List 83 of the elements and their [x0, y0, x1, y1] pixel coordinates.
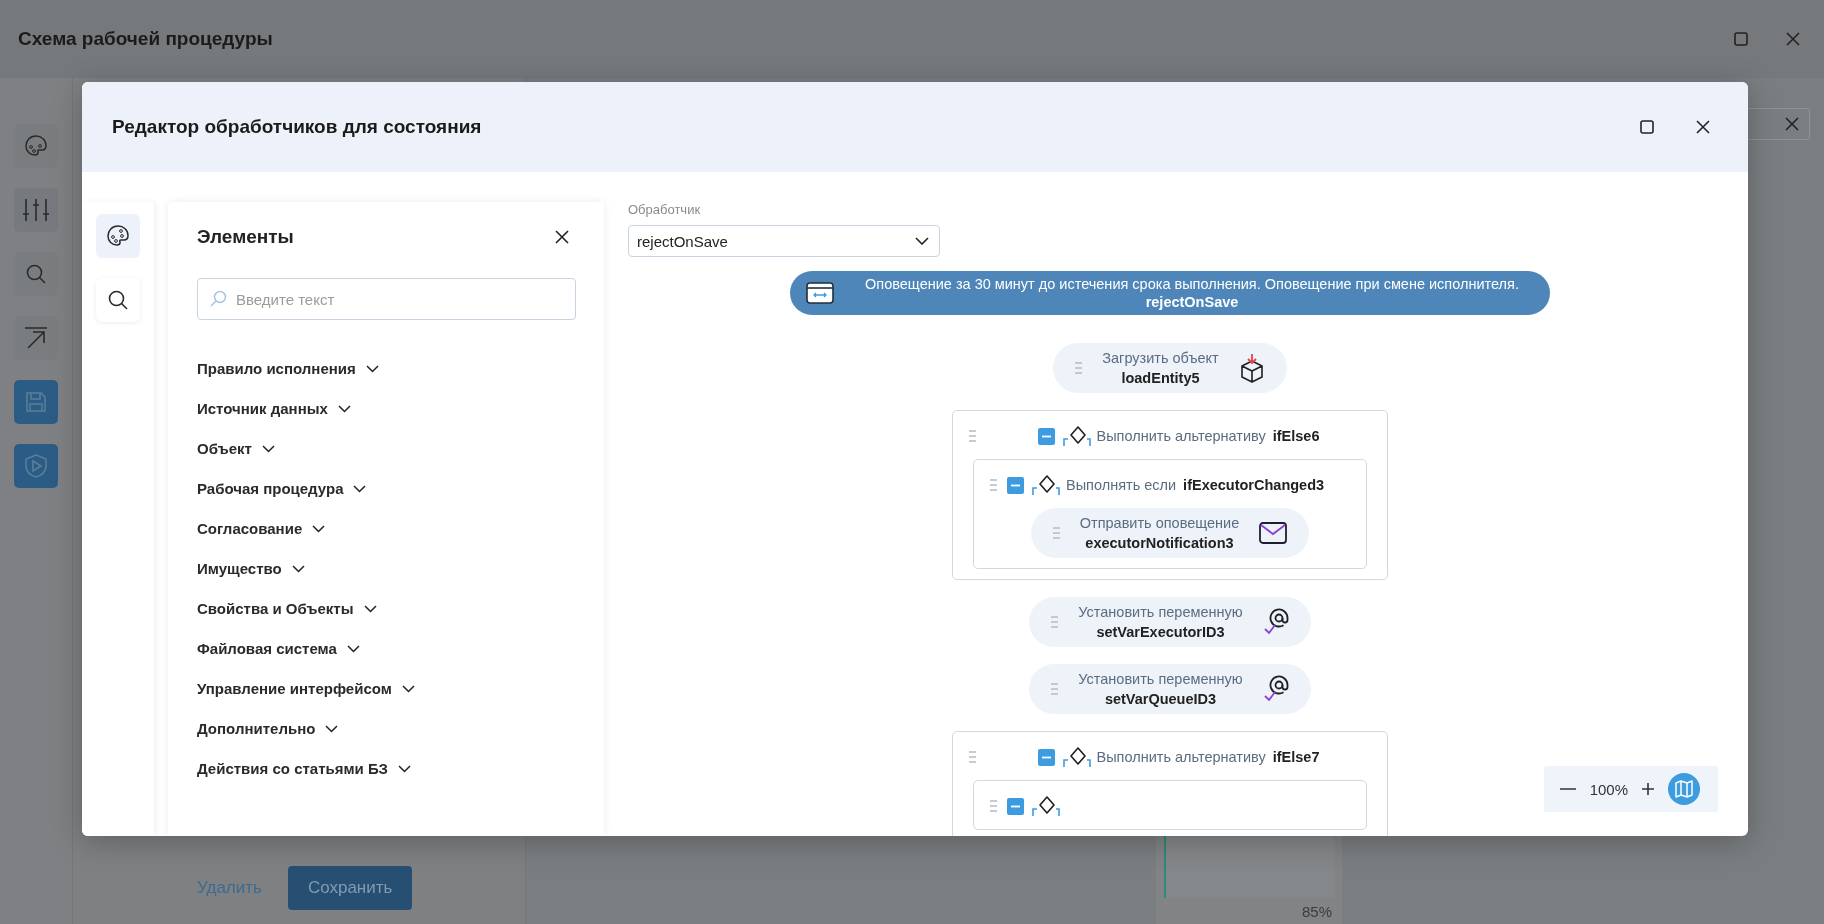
at-sign-icon	[1262, 608, 1289, 636]
palette-tab[interactable]	[96, 214, 140, 258]
close-icon[interactable]	[554, 229, 570, 245]
collapse-toggle[interactable]	[1007, 476, 1024, 494]
palette-button[interactable]	[14, 124, 58, 168]
node-title: Установить переменную	[1078, 604, 1243, 620]
node-name: executorNotification3	[1085, 535, 1234, 551]
close-icon[interactable]	[1696, 120, 1710, 134]
node-name: ifExecutorChanged3	[1183, 477, 1325, 493]
banner-description: Оповещение за 30 минут до истечения срока выполнения. Оповещение при смене исполнителя.	[865, 275, 1519, 293]
node-title: Отправить оповещение	[1079, 515, 1240, 531]
drag-handle-icon	[1051, 616, 1059, 628]
category-item[interactable]: Объект	[197, 438, 275, 460]
diamond-icon	[1031, 795, 1061, 817]
category-item[interactable]: Источник данных	[197, 398, 351, 420]
node-name: ifElse6	[1272, 428, 1320, 444]
search-button[interactable]	[14, 252, 58, 296]
zoom-level: 100%	[1589, 780, 1628, 798]
palette-icon	[105, 223, 131, 249]
banner-name: rejectOnSave	[1145, 293, 1239, 311]
chevron-icon	[915, 237, 929, 245]
action-node[interactable]: Установить переменную setVarQueueID3	[1029, 664, 1311, 714]
box-icon	[1238, 353, 1265, 383]
panel-title: Элементы	[197, 226, 294, 248]
drag-handle-icon	[1052, 527, 1060, 539]
category-item[interactable]: Дополнительно	[197, 718, 339, 740]
collapse-toggle[interactable]	[1037, 427, 1055, 445]
node-title: Установить переменную	[1078, 671, 1243, 687]
map-icon[interactable]	[1668, 773, 1700, 805]
category-item[interactable]: Имущество	[197, 558, 305, 580]
sliders-button[interactable]	[14, 188, 58, 232]
export-button[interactable]	[14, 316, 58, 360]
node-title: Выполнять если	[1066, 477, 1177, 493]
card-icon	[806, 282, 834, 304]
node-name: ifElse7	[1272, 749, 1320, 765]
action-node[interactable]: Установить переменную setVarExecutorID3	[1029, 597, 1311, 647]
zoom-out-icon[interactable]	[1559, 787, 1576, 791]
dialog-title: Редактор обработчиков для состояния	[112, 116, 482, 138]
search-field[interactable]: Введите текст	[197, 278, 576, 320]
drag-handle-icon	[1075, 362, 1083, 374]
category-item[interactable]: Управление интерфейсом	[197, 678, 415, 700]
node-title: Выполнить альтернативу	[1096, 428, 1266, 444]
search-icon	[209, 290, 227, 308]
category-item[interactable]: Файловая система	[197, 638, 360, 660]
collapse-toggle[interactable]	[1007, 797, 1024, 815]
palette-icon	[23, 133, 49, 159]
zoom-level: 85%	[1301, 902, 1332, 920]
action-node[interactable]: Загрузить объект loadEntity5	[1053, 343, 1287, 393]
drag-handle-icon	[1051, 683, 1059, 695]
category-item[interactable]: Согласование	[197, 518, 326, 540]
sliders-icon	[22, 197, 50, 223]
drag-handle-icon	[969, 430, 976, 442]
node-name: loadEntity5	[1121, 370, 1200, 386]
clear-icon[interactable]	[1785, 117, 1799, 131]
handler-select[interactable]: rejectOnSave	[628, 225, 940, 257]
at-sign-icon	[1262, 675, 1289, 703]
arrow-icon	[24, 326, 48, 350]
action-node[interactable]: Отправить оповещение executorNotification3	[1030, 508, 1310, 558]
diamond-icon	[1031, 474, 1061, 496]
maximize-icon[interactable]	[1640, 120, 1654, 134]
diamond-icon	[1061, 746, 1092, 768]
node-name: setVarExecutorID3	[1096, 624, 1225, 640]
shield-play-icon	[24, 453, 48, 479]
zoom-in-icon[interactable]	[1642, 783, 1654, 795]
drag-handle-icon	[969, 751, 976, 763]
field-label: Обработчик	[628, 202, 701, 217]
search-icon	[107, 289, 129, 311]
search-tab[interactable]	[96, 278, 140, 322]
node-title: Загрузить объект	[1102, 350, 1219, 366]
category-item[interactable]: Свойства и Объекты	[197, 598, 377, 620]
drag-handle-icon	[990, 479, 997, 491]
node-name: setVarQueueID3	[1104, 691, 1217, 707]
window-title: Схема рабочей процедуры	[18, 28, 273, 50]
category-item[interactable]: Действия со статьями БЗ	[197, 758, 411, 780]
envelope-icon	[1259, 522, 1288, 544]
drag-handle-icon	[990, 800, 997, 812]
collapse-toggle[interactable]	[1037, 748, 1055, 766]
handler-banner[interactable]: Оповещение за 30 минут до истечения срока выполнения. Оповещение при смене исполнителя. rejectOnSave	[790, 271, 1550, 315]
diamond-icon	[1061, 425, 1092, 447]
search-icon	[25, 263, 47, 285]
category-item[interactable]: Рабочая процедура	[197, 478, 367, 500]
category-item[interactable]: Правило исполнения	[197, 358, 379, 380]
node-title: Выполнить альтернативу	[1096, 749, 1266, 765]
